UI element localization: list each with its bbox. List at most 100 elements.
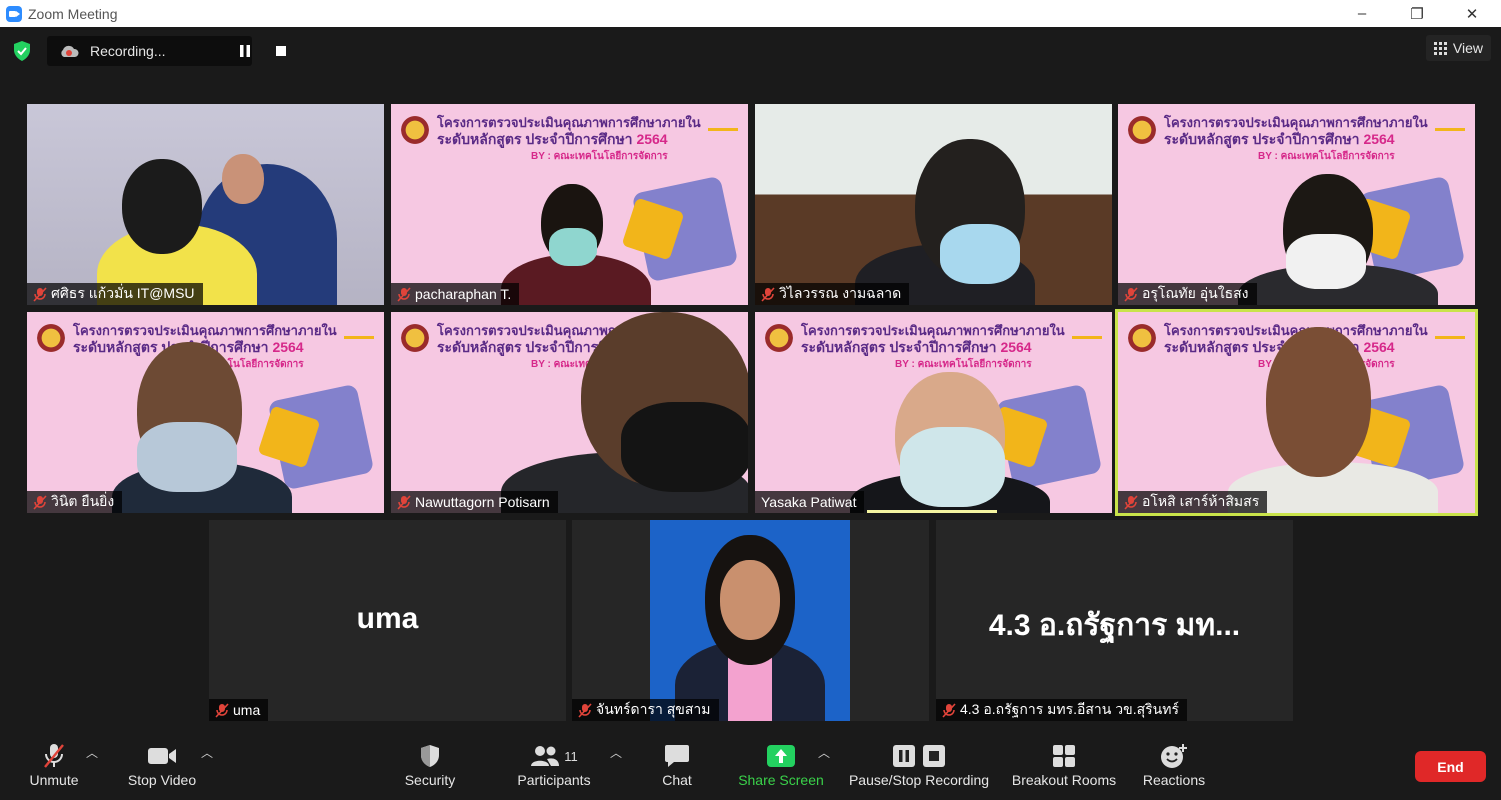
meeting-top-bar: Recording... View: [0, 27, 1501, 75]
close-button[interactable]: ✕: [1449, 0, 1495, 27]
pause-stop-recording-button[interactable]: Pause/Stop Recording: [843, 738, 995, 796]
participant-head: [122, 159, 202, 254]
video-tile[interactable]: ศศิธร แก้วมั่น IT@MSU: [27, 104, 384, 305]
slide-year: 2564: [272, 339, 304, 355]
pause-recording-icon[interactable]: [239, 45, 251, 57]
video-tile-no-video[interactable]: uma uma: [209, 520, 566, 721]
slide-line2: ระดับหลักสูตร ประจำปีการศึกษา 2564: [1164, 129, 1395, 151]
participants-options-caret-icon[interactable]: ︿: [610, 744, 622, 761]
share-options-caret-icon[interactable]: ︿: [818, 744, 830, 761]
stop-video-button[interactable]: Stop Video: [120, 738, 204, 796]
face-mask: [940, 224, 1020, 284]
video-tile[interactable]: วิไลวรรณ งามฉลาด: [755, 104, 1112, 305]
minimize-button[interactable]: –: [1339, 0, 1385, 27]
chat-label: Chat: [662, 772, 692, 788]
video-tile-no-video[interactable]: 4.3 อ.ถรัฐการ มท... 4.3 อ.ถรัฐการ มทร.อี…: [936, 520, 1293, 721]
reactions-button[interactable]: Reactions: [1138, 738, 1210, 796]
share-screen-button[interactable]: Share Screen: [735, 738, 827, 796]
video-tile[interactable]: โครงการตรวจประเมินคุณภาพการศึกษาภายใน ระ…: [1118, 104, 1475, 305]
university-emblem-icon: [1128, 112, 1156, 148]
video-tile-photo[interactable]: จันทร์ดารา สุขสาม: [572, 520, 929, 721]
participants-icon: 11: [526, 743, 582, 769]
slide-line2-text: ระดับหลักสูตร ประจำปีการศึกษา: [1164, 131, 1360, 147]
slide-year: 2564: [1363, 131, 1395, 147]
muted-mic-icon: [1124, 286, 1138, 302]
muted-mic-icon: [578, 702, 592, 718]
slide-year: 2564: [1000, 339, 1032, 355]
participant-nametag: Nawuttagorn Potisarn: [391, 491, 558, 513]
share-screen-arrow-icon: [766, 743, 796, 769]
view-label: View: [1452, 40, 1483, 56]
face-mask: [1286, 234, 1366, 289]
face-mask: [900, 427, 1005, 507]
muted-microphone-icon: [39, 743, 69, 769]
participant-nametag: อรุโณทัย อุ่นใธสง: [1118, 283, 1257, 305]
unmute-button[interactable]: Unmute: [20, 738, 88, 796]
slide-year: 2564: [636, 131, 668, 147]
muted-mic-icon: [761, 286, 775, 302]
participant-name: วินิต ยืนยิ่ง: [51, 493, 115, 509]
participant-nametag: uma: [209, 699, 269, 721]
reactions-label: Reactions: [1142, 772, 1206, 788]
university-emblem-icon: [401, 320, 429, 356]
participants-label: Participants: [517, 772, 591, 788]
video-options-caret-icon[interactable]: ︿: [201, 744, 213, 761]
participant-head: [222, 154, 264, 204]
slide-line3: BY : คณะเทคโนโลยีการจัดการ: [531, 151, 668, 162]
muted-mic-icon: [33, 494, 47, 510]
decor-zigzag: [1435, 336, 1465, 344]
participant-name: Nawuttagorn Potisarn: [415, 494, 550, 510]
participant-name: 4.3 อ.ถรัฐการ มทร.อีสาน วข.สุรินทร์: [960, 701, 1179, 717]
restore-button[interactable]: ❐: [1394, 0, 1440, 27]
face-mask: [549, 228, 597, 266]
slide-line3: BY : คณะเทคโนโลยีการจัดการ: [895, 359, 1032, 370]
breakout-rooms-label: Breakout Rooms: [1011, 772, 1117, 788]
breakout-rooms-button[interactable]: Breakout Rooms: [1007, 738, 1121, 796]
decor-zigzag: [344, 336, 374, 344]
view-button[interactable]: View: [1425, 35, 1491, 61]
muted-mic-icon: [397, 494, 411, 510]
security-shield-icon: [415, 743, 445, 769]
share-screen-label: Share Screen: [738, 772, 824, 788]
video-tile[interactable]: โครงการตรวจประเมินคุณภาพการศึกษาภายใน ระ…: [391, 312, 748, 513]
video-tile-active-speaker[interactable]: โครงการตรวจประเมินคุณภาพการศึกษาภายใน ระ…: [1115, 309, 1478, 516]
slide-line2: ระดับหลักสูตร ประจำปีการศึกษา 2564: [437, 129, 668, 151]
slide-line2-text: ระดับหลักสูตร ประจำปีการศึกษา: [801, 339, 997, 355]
video-tile[interactable]: โครงการตรวจประเมินคุณภาพการศึกษาภายใน ระ…: [27, 312, 384, 513]
face-mask: [621, 402, 748, 492]
video-camera-icon: [147, 743, 177, 769]
university-emblem-icon: [765, 320, 793, 356]
chat-bubble-icon: [662, 743, 692, 769]
participant-face: [720, 560, 780, 640]
participants-button[interactable]: 11 Participants: [510, 738, 598, 796]
security-button[interactable]: Security: [395, 738, 465, 796]
cloud-recording-icon: [61, 45, 79, 57]
participant-name: uma: [233, 702, 261, 718]
audio-options-caret-icon[interactable]: ︿: [86, 744, 98, 761]
end-meeting-button[interactable]: End: [1415, 751, 1486, 782]
university-emblem-icon: [37, 320, 65, 356]
participant-nametag: วินิต ยืนยิ่ง: [27, 491, 123, 513]
pause-stop-recording-label: Pause/Stop Recording: [848, 772, 990, 788]
meeting-toolbar: Unmute ︿ Stop Video ︿ Security 11 Partic…: [0, 730, 1501, 800]
participant-name: จันทร์ดารา สุขสาม: [596, 701, 711, 717]
encryption-shield-icon[interactable]: [12, 40, 32, 62]
participant-name: อโหสิ เสาร์ห้าสิมสร: [1142, 493, 1260, 509]
university-emblem-icon: [1128, 320, 1156, 356]
decor-zigzag: [1435, 128, 1465, 136]
slide-line2-text: ระดับหลักสูตร ประจำปีการศึกษา: [437, 131, 633, 147]
face-mask: [137, 422, 237, 492]
participants-count: 11: [564, 748, 578, 764]
smiley-reaction-icon: [1159, 743, 1189, 769]
slide-line2: ระดับหลักสูตร ประจำปีการศึกษา 2564: [801, 337, 1032, 359]
slide-line3: BY : คณะเทคโนโลยีการจัดการ: [1258, 151, 1395, 162]
chat-button[interactable]: Chat: [652, 738, 702, 796]
video-tile[interactable]: โครงการตรวจประเมินคุณภาพการศึกษาภายใน ระ…: [391, 104, 748, 305]
video-tile[interactable]: โครงการตรวจประเมินคุณภาพการศึกษาภายใน ระ…: [755, 312, 1112, 513]
stop-recording-icon[interactable]: [276, 46, 286, 56]
participant-nametag: จันทร์ดารา สุขสาม: [572, 699, 719, 721]
participant-name: วิไลวรรณ งามฉลาด: [779, 285, 902, 301]
muted-mic-icon: [1124, 494, 1138, 510]
participant-nametag: ศศิธร แก้วมั่น IT@MSU: [27, 283, 203, 305]
participant-name: Yasaka Patiwat: [761, 494, 857, 510]
